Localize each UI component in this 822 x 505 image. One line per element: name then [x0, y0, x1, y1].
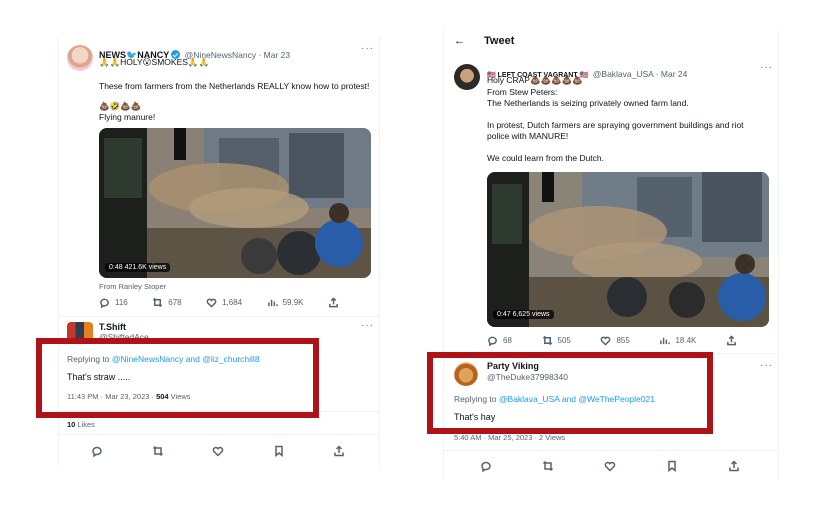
heart-icon: [601, 336, 611, 346]
tweet-text-line-1: Holy CRAP💩💩💩💩💩: [487, 75, 583, 85]
share-icon: [329, 297, 338, 308]
view-count: 59.9K: [282, 298, 304, 307]
more-options-icon[interactable]: ···: [361, 43, 374, 54]
reply-count: 116: [115, 298, 128, 307]
analytics-icon: [660, 337, 671, 345]
protest-scene-image: [487, 172, 769, 327]
back-arrow-icon[interactable]: ←: [454, 35, 465, 47]
video-player[interactable]: 0:48 421.6K views: [99, 128, 371, 278]
tweet-text-line-4: In protest, Dutch farmers are spraying g…: [487, 120, 744, 130]
tweet-text-line-5: police with MANURE!: [487, 131, 569, 141]
reply-button[interactable]: 116: [99, 297, 128, 308]
retweet-icon[interactable]: [152, 445, 164, 457]
protest-scene-image: [99, 128, 371, 278]
retweet-icon: [542, 335, 552, 346]
retweet-button[interactable]: 505: [542, 335, 571, 346]
tweet-text-line-2: From Stew Peters:: [487, 87, 558, 97]
likes-summary[interactable]: 10 Likes: [67, 420, 95, 429]
highlight-box-left: [36, 338, 319, 418]
like-button[interactable]: 855: [600, 335, 630, 346]
video-source[interactable]: From Ranley Stoper: [99, 282, 166, 291]
handle-and-date[interactable]: @Baklava_USA · Mar 24: [593, 69, 688, 79]
retweet-button[interactable]: 678: [152, 297, 182, 308]
video-views-badge: 0:48 421.6K views: [105, 263, 171, 272]
reply-display-name[interactable]: T.Shift: [99, 322, 126, 332]
tweet-text-line-2: These from farmers from the Netherlands …: [99, 81, 370, 91]
reply-actions: [91, 445, 345, 457]
share-button[interactable]: [328, 297, 339, 308]
tweet-text-line-3: The Netherlands is seizing privately own…: [487, 98, 689, 108]
bookmark-icon[interactable]: [273, 445, 285, 457]
share-button[interactable]: [726, 335, 737, 346]
retweet-count: 505: [557, 336, 571, 345]
share-icon[interactable]: [728, 460, 740, 472]
share-icon: [727, 335, 736, 346]
reply-count: 68: [503, 336, 512, 345]
divider: [444, 450, 778, 451]
divider: [59, 316, 379, 317]
bookmark-icon[interactable]: [666, 460, 678, 472]
reply-button[interactable]: 68: [487, 335, 512, 346]
tweet-text-line-4: Flying manure!: [99, 112, 156, 122]
views-button[interactable]: 59.9K: [267, 297, 304, 308]
divider: [59, 434, 379, 435]
tweet-actions: 68 505 855 18.4K: [487, 335, 737, 346]
view-count: 18.4K: [675, 336, 697, 345]
like-button[interactable]: 1,684: [206, 297, 242, 308]
reply-actions: [480, 460, 740, 472]
reply-more-options-icon[interactable]: ···: [760, 360, 773, 371]
highlight-box-right: [427, 352, 713, 434]
views-button[interactable]: 18.4K: [659, 335, 696, 346]
retweet-icon: [153, 297, 163, 308]
retweet-icon[interactable]: [542, 460, 554, 472]
reply-icon[interactable]: [91, 445, 103, 457]
video-player[interactable]: 0:47 6,625 views: [487, 172, 769, 327]
like-count: 1,684: [222, 298, 243, 307]
tweet-text-line-6: We could learn from the Dutch.: [487, 153, 605, 163]
tweet-actions: 116 678 1,684 59.9K: [99, 297, 339, 308]
vagrant-avatar[interactable]: [454, 64, 480, 90]
nancy-avatar[interactable]: [67, 45, 93, 71]
reply-icon: [488, 336, 497, 346]
analytics-icon: [267, 299, 278, 307]
video-views-badge: 0:47 6,625 views: [493, 310, 554, 319]
like-count: 855: [616, 336, 630, 345]
reply-icon[interactable]: [480, 460, 492, 472]
more-options-icon[interactable]: ···: [760, 62, 773, 73]
likes-label: Likes: [75, 420, 95, 429]
page-title: Tweet: [484, 35, 515, 47]
retweet-count: 678: [168, 298, 182, 307]
tweet-text-line-1: 🙏🙏HOLY😮SMOKES🙏🙏: [99, 57, 210, 67]
reply-meta[interactable]: 5:40 AM · Mar 25, 2023 · 2 Views: [454, 433, 565, 442]
share-icon[interactable]: [333, 445, 345, 457]
reply-icon: [100, 298, 109, 308]
reply-more-options-icon[interactable]: ···: [361, 320, 374, 331]
heart-icon[interactable]: [212, 445, 224, 457]
heart-icon: [206, 298, 217, 308]
tweet-text-line-3: 💩🤣💩💩: [99, 101, 142, 111]
heart-icon[interactable]: [604, 460, 616, 472]
